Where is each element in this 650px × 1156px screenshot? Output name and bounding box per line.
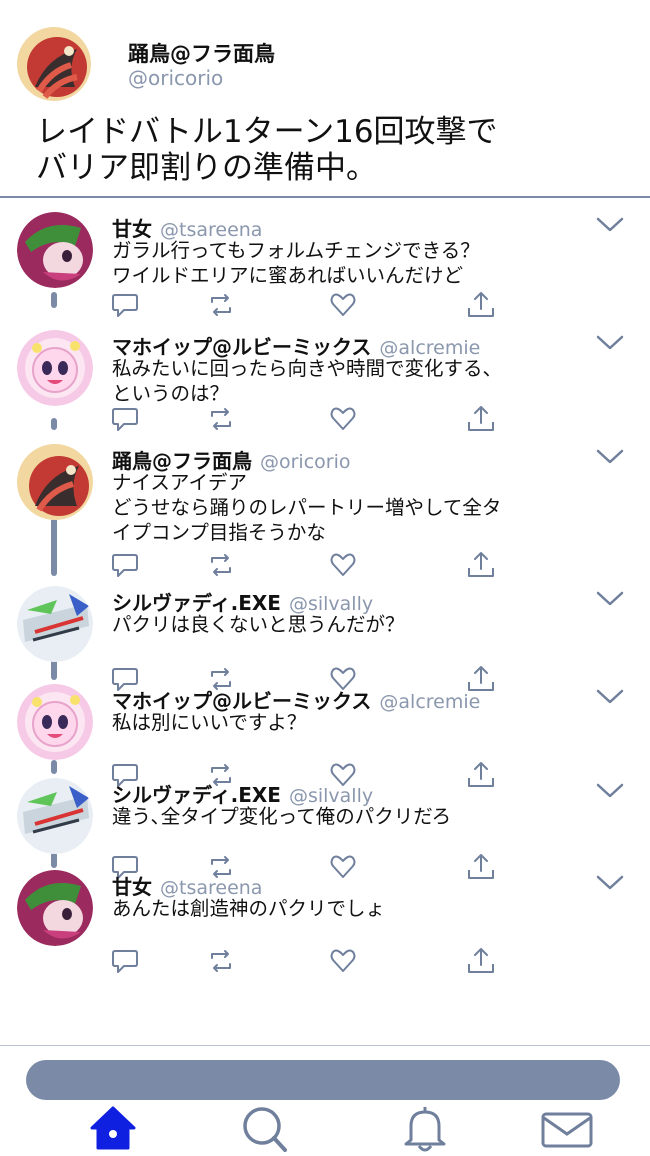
reply-text: ナイスアイデア どうせなら踊りのレパートリー増やして全タ イプコンプ目指そうかな [112,471,502,544]
main-post-author-handle[interactable]: @oricorio [128,66,223,90]
oricorio-avatar-icon[interactable] [17,444,93,520]
reply-item[interactable]: 甘女 @tsareena ガラル行ってもフォルムチェンジできる？ ワイルドエリアに蜜… [0,200,650,322]
reply-actions [110,946,510,976]
like-icon[interactable] [328,946,358,976]
reply-text: ガラル行ってもフォルムチェンジできる？ ワイルドエリアに蜜あればいいんだけど [112,239,480,287]
reply-text: あんたは創造神のパクリでしょ [112,897,386,920]
chevron-down-icon[interactable] [596,782,624,800]
chevron-down-icon[interactable] [596,448,624,466]
reply-item[interactable]: 甘女 @tsareena あんたは創造神のパクリでしょ [0,858,650,978]
main-post-text: レイドバトル1ターン16回攻撃で バリア即割りの準備中。 [36,114,498,186]
like-icon[interactable] [328,290,358,320]
reply-item[interactable]: マホイップ@ルビーミックス @alcremie 私みたいに回ったら向きや時間で変化す… [0,318,650,436]
bottom-divider [0,1045,650,1046]
main-post: 踊鳥@フラ面鳥 @oricorio レイドバトル1ターン16回攻撃で バリア即割… [0,0,650,198]
reply-icon[interactable] [110,946,140,976]
chevron-down-icon[interactable] [596,688,624,706]
home-icon[interactable] [86,1104,140,1154]
tsareena-avatar-icon[interactable] [17,212,93,288]
tsareena-avatar-icon[interactable] [17,870,93,946]
oricorio-avatar-icon[interactable] [17,27,91,101]
share-icon[interactable] [466,946,496,976]
reply-thread: 甘女 @tsareena ガラル行ってもフォルムチェンジできる？ ワイルドエリアに蜜… [0,200,650,1040]
chevron-down-icon[interactable] [596,590,624,608]
reply-text: 私は別にいいですよ？ [112,711,307,734]
main-post-author-name: 踊鳥@フラ面鳥 [128,42,275,66]
notifications-icon[interactable] [398,1104,452,1154]
silvally-avatar-icon[interactable] [17,778,93,854]
alcremie-avatar-icon[interactable] [17,330,93,406]
messages-icon[interactable] [540,1104,594,1154]
reply-text: 私みたいに回ったら向きや時間で変化する、 というのは？ [112,357,503,405]
chevron-down-icon[interactable] [596,216,624,234]
search-icon[interactable] [238,1104,292,1154]
alcremie-avatar-icon[interactable] [17,684,93,760]
reply-text: 違う､全タイプ変化って俺のパクリだろ [112,805,452,828]
silvally-avatar-icon[interactable] [17,586,93,662]
retweet-icon[interactable] [206,290,236,320]
compose-reply-bar[interactable] [26,1060,620,1100]
chevron-down-icon[interactable] [596,334,624,352]
retweet-icon[interactable] [206,404,236,434]
like-icon[interactable] [328,404,358,434]
share-icon[interactable] [466,404,496,434]
reply-actions [110,290,510,320]
reply-item[interactable]: 踊鳥@フラ面鳥 @oricorio ナイスアイデア どうせなら踊りのレパートリー増や… [0,432,650,582]
chevron-down-icon[interactable] [596,874,624,892]
reply-icon[interactable] [110,404,140,434]
retweet-icon[interactable] [206,946,236,976]
share-icon[interactable] [466,290,496,320]
reply-actions [110,404,510,434]
reply-icon[interactable] [110,290,140,320]
reply-text: パクリは良くないと思うんだが？ [112,613,405,636]
